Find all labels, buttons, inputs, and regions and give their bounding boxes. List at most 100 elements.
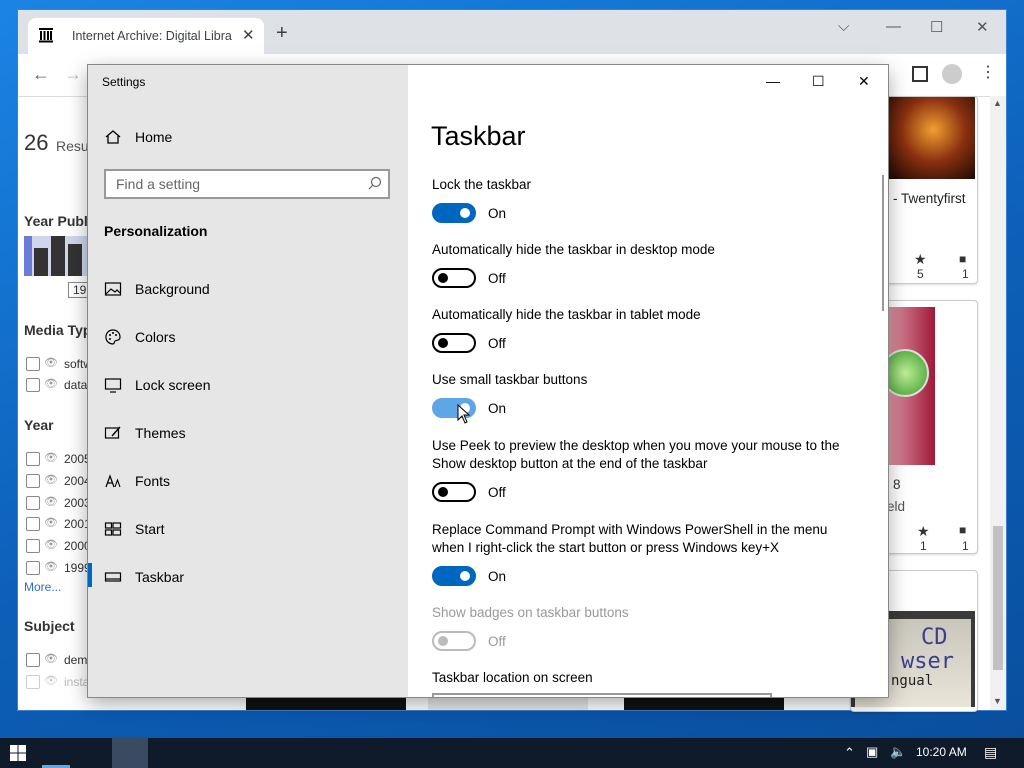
year-item[interactable]: 2005	[64, 452, 91, 466]
option-label: Lock the taskbar	[432, 177, 532, 192]
year-checkbox[interactable]	[26, 517, 40, 531]
year-item[interactable]: 2003	[64, 496, 91, 510]
new-tab-button[interactable]: +	[276, 23, 288, 43]
eye-icon[interactable]: 👁	[44, 560, 58, 573]
taskbar-location-dropdown[interactable]	[432, 693, 772, 697]
toggle-state: Off	[488, 634, 506, 649]
lock-taskbar-toggle[interactable]	[432, 203, 476, 223]
mouse-cursor-icon	[457, 404, 471, 424]
badges-toggle[interactable]	[432, 631, 476, 651]
year-item[interactable]: 2000	[64, 539, 91, 553]
year-published-heading: Year Publ	[24, 213, 88, 229]
settings-maximize-button[interactable]: ☐	[812, 73, 825, 90]
forward-arrow-icon[interactable]: →	[64, 64, 82, 85]
more-menu-icon[interactable]: ⋮	[980, 62, 996, 82]
eye-icon[interactable]: 👁	[44, 451, 58, 464]
year-checkbox[interactable]	[26, 452, 40, 466]
autohide-tablet-toggle[interactable]	[432, 333, 476, 353]
option-label: Replace Command Prompt with Windows Powe…	[432, 522, 828, 537]
results-label: Resu	[56, 138, 89, 154]
nav-taskbar[interactable]: Taskbar	[88, 558, 408, 598]
internet-archive-icon	[39, 28, 53, 43]
nav-themes[interactable]: Themes	[88, 414, 408, 454]
subject-item[interactable]: insta	[64, 675, 89, 689]
subject-item[interactable]: dem	[64, 653, 87, 667]
year-item[interactable]: 2004	[64, 474, 91, 488]
windows-start-icon[interactable]	[10, 745, 26, 761]
media-checkbox[interactable]	[26, 357, 40, 371]
result-card-partial[interactable]	[246, 698, 406, 710]
eye-icon[interactable]: 👁	[44, 674, 58, 687]
card-title: - Twentyfirst	[893, 191, 966, 206]
subject-checkbox[interactable]	[26, 675, 40, 689]
peek-toggle[interactable]	[432, 482, 476, 502]
media-item[interactable]: data	[64, 378, 87, 392]
option-label: Use Peek to preview the desktop when you…	[432, 438, 840, 453]
toggle-state: Off	[488, 485, 506, 500]
nav-background[interactable]: Background	[88, 270, 408, 310]
settings-scrollbar[interactable]	[882, 175, 884, 311]
eye-icon[interactable]: 👁	[44, 652, 58, 665]
nav-fonts[interactable]: Fonts	[88, 462, 408, 502]
nav-colors-label: Colors	[135, 329, 176, 345]
media-checkbox[interactable]	[26, 378, 40, 392]
result-card-partial[interactable]	[624, 698, 784, 710]
palette-icon	[105, 329, 121, 345]
year-histogram[interactable]	[24, 236, 90, 276]
media-type-heading: Media Typ	[24, 322, 92, 338]
page-title: Taskbar	[431, 121, 526, 151]
star-icon: ★	[917, 523, 930, 539]
tab-search-icon[interactable]: ⌵	[838, 18, 849, 35]
network-icon[interactable]: ▣	[866, 744, 878, 760]
back-arrow-icon[interactable]: ←	[32, 64, 50, 85]
year-item[interactable]: 1999	[64, 561, 91, 575]
year-item[interactable]: 2001	[64, 517, 91, 531]
browser-maximize-button[interactable]: ☐	[930, 18, 943, 36]
settings-close-button[interactable]: ✕	[858, 73, 870, 90]
page-scrollbar[interactable]: ▲ ▼	[990, 96, 1006, 710]
eye-icon[interactable]: 👁	[44, 356, 58, 369]
scroll-down-icon[interactable]: ▼	[993, 696, 1002, 706]
scrollbar-thumb[interactable]	[993, 526, 1003, 670]
toggle-state: Off	[488, 336, 506, 351]
find-setting-input[interactable]: Find a setting	[104, 169, 390, 199]
browser-close-button[interactable]: ✕	[976, 18, 989, 36]
clock-time[interactable]: 10:20 AM	[916, 745, 967, 759]
chevron-up-icon[interactable]: ⌃	[844, 745, 855, 761]
eye-icon[interactable]: 👁	[44, 495, 58, 508]
eye-icon[interactable]: 👁	[44, 516, 58, 529]
autohide-desktop-toggle[interactable]	[432, 268, 476, 288]
settings-window: Settings Home Find a setting Personaliza…	[88, 65, 888, 697]
taskbar-app-settings[interactable]	[112, 738, 148, 768]
year-checkbox[interactable]	[26, 561, 40, 575]
more-link[interactable]: More...	[24, 580, 61, 594]
browser-tab[interactable]: Internet Archive: Digital Library of Fre…	[28, 18, 264, 54]
browser-minimize-button[interactable]: —	[886, 18, 901, 35]
year-checkbox[interactable]	[26, 496, 40, 510]
nav-lock-screen[interactable]: Lock screen	[88, 366, 408, 406]
nav-home[interactable]: Home	[88, 118, 408, 158]
result-card-partial[interactable]	[428, 698, 588, 710]
nav-fonts-label: Fonts	[135, 473, 171, 489]
results-count: 26	[24, 130, 49, 155]
powershell-toggle[interactable]	[432, 566, 476, 586]
year-checkbox[interactable]	[26, 474, 40, 488]
settings-minimize-button[interactable]: —	[766, 73, 780, 89]
tab-close-icon[interactable]: ✕	[242, 26, 255, 44]
scroll-up-icon[interactable]: ▲	[993, 98, 1002, 108]
eye-icon[interactable]: 👁	[44, 538, 58, 551]
subject-checkbox[interactable]	[26, 653, 40, 667]
year-checkbox[interactable]	[26, 539, 40, 553]
side-panel-icon[interactable]	[912, 66, 928, 82]
eye-icon[interactable]: 👁	[44, 377, 58, 390]
card-subtitle: eld	[887, 499, 906, 514]
profile-avatar-icon[interactable]	[942, 64, 962, 84]
notifications-icon[interactable]: ▤	[984, 744, 997, 761]
section-heading: Personalization	[104, 223, 208, 239]
eye-icon[interactable]: 👁	[44, 473, 58, 486]
nav-start[interactable]: Start	[88, 510, 408, 550]
toggle-state: On	[488, 206, 507, 221]
option-label: when I right-click the start button or p…	[432, 540, 780, 555]
volume-muted-icon[interactable]: 🔈	[890, 744, 906, 760]
nav-colors[interactable]: Colors	[88, 318, 408, 358]
